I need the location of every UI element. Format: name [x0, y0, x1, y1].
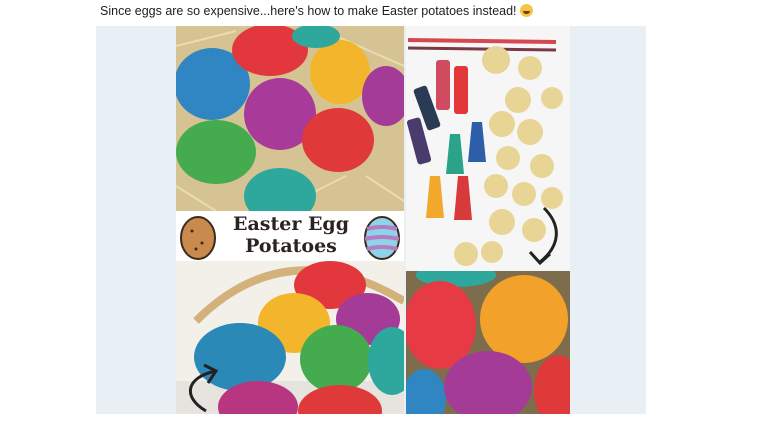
photo-coloring-supplies — [406, 26, 570, 271]
collage-title: Easter Egg Potatoes — [221, 213, 361, 257]
striped-egg-illustration-icon — [364, 216, 400, 260]
photo-potatoes-straw — [176, 26, 404, 211]
post-image-collage[interactable]: Easter Egg Potatoes — [176, 26, 570, 414]
post-caption-text: Since eggs are so expensive...here's how… — [100, 4, 517, 18]
title-banner: Easter Egg Potatoes — [176, 211, 404, 261]
post-caption: Since eggs are so expensive...here's how… — [100, 4, 533, 18]
title-line-1: Easter Egg — [232, 213, 350, 235]
grinning-sweat-emoji-icon — [519, 4, 533, 17]
photo-potatoes-basket — [176, 261, 404, 414]
photo-potatoes-closeup — [406, 271, 570, 414]
title-line-2: Potatoes — [245, 235, 337, 257]
potato-illustration-icon — [180, 216, 216, 260]
